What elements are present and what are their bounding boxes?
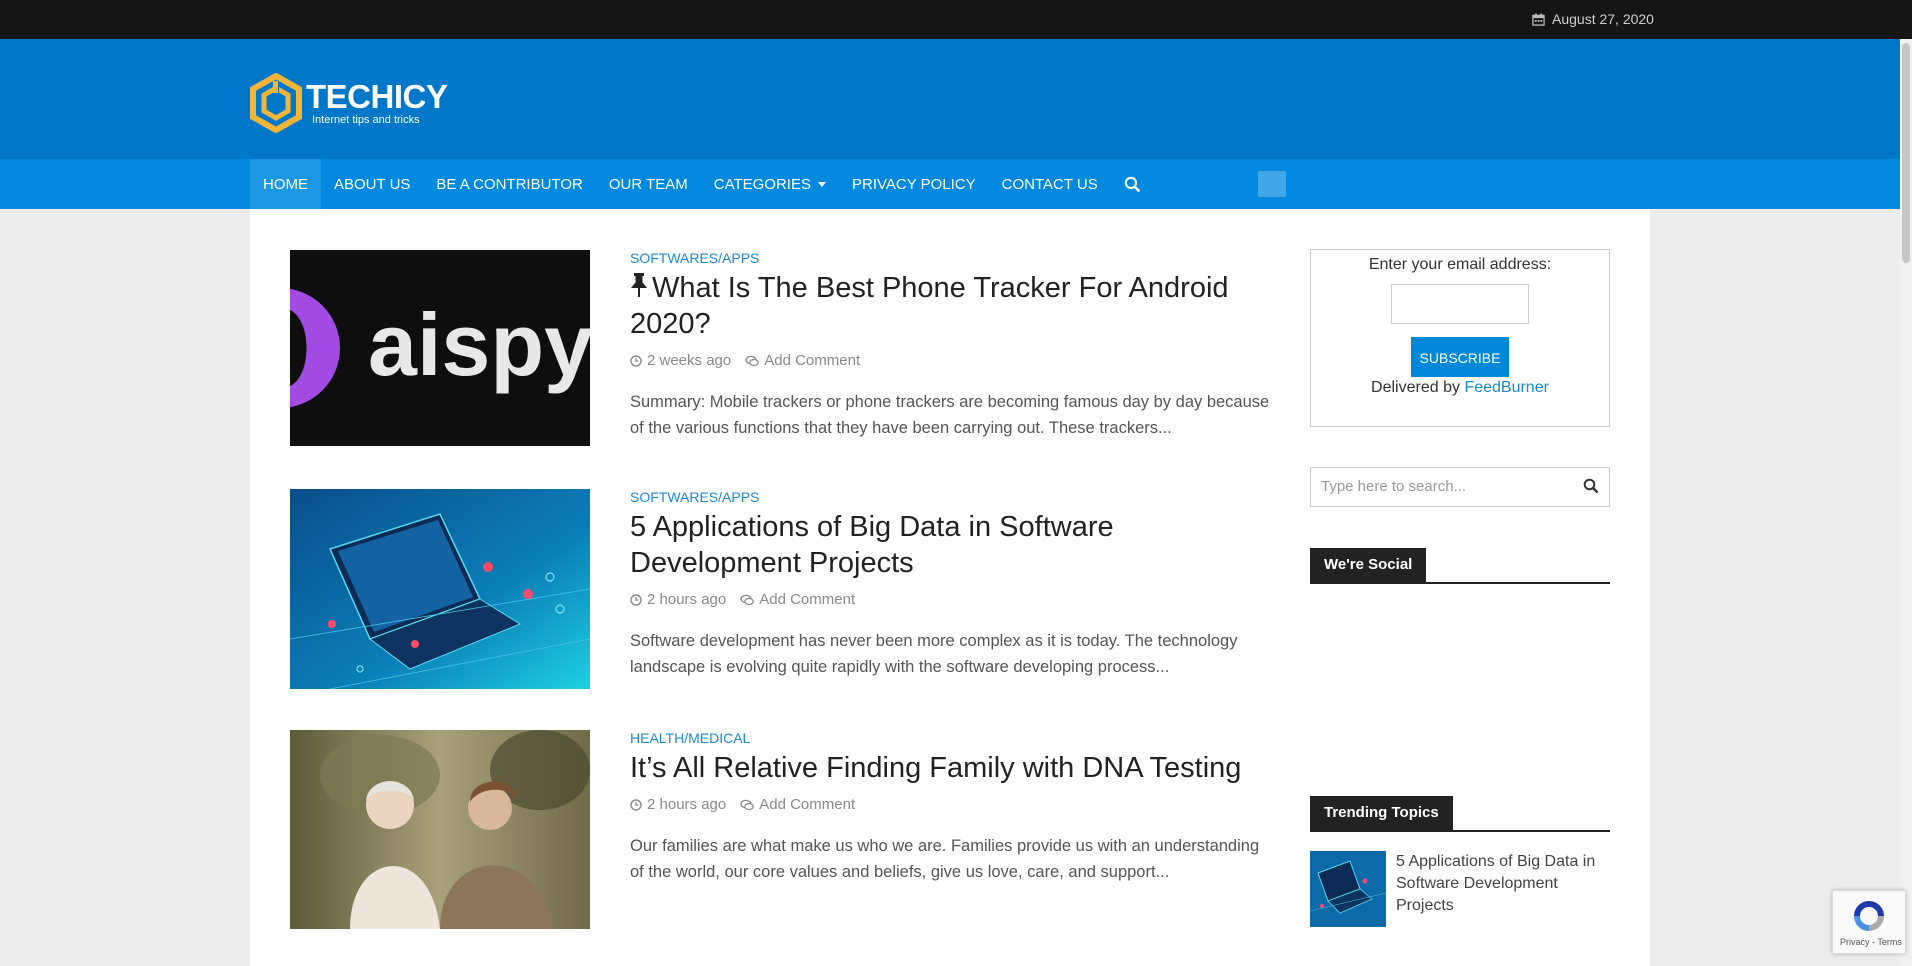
- pin-icon: [631, 273, 647, 297]
- subscribe-button[interactable]: SUBSCRIBE: [1410, 337, 1510, 377]
- calendar-icon: [1532, 12, 1545, 26]
- post-thumbnail[interactable]: aispy: [290, 250, 590, 446]
- page-scrollbar[interactable]: [1900, 39, 1912, 966]
- clock-icon: [630, 798, 642, 811]
- post-title[interactable]: It’s All Relative Finding Family with DN…: [630, 750, 1270, 786]
- post-category[interactable]: HEALTH/MEDICAL: [630, 730, 1270, 746]
- clock-icon: [630, 593, 642, 606]
- feedburner-link[interactable]: FeedBurner: [1464, 379, 1549, 396]
- comment-icon: [740, 594, 755, 605]
- nav-widget-placeholder[interactable]: [1258, 171, 1286, 197]
- family-photo-image: [290, 730, 590, 929]
- comment-icon: [740, 799, 755, 810]
- date-display: August 27, 2020: [1532, 11, 1654, 27]
- scrollbar-thumb[interactable]: [1902, 43, 1910, 263]
- trending-item[interactable]: 5 Applications of Big Data in Software D…: [1310, 851, 1610, 929]
- nav-categories[interactable]: CATEGORIES: [701, 159, 839, 209]
- recaptcha-icon: [1854, 901, 1884, 931]
- subscribe-label: Enter your email address:: [1368, 256, 1552, 273]
- nav-be-a-contributor[interactable]: BE A CONTRIBUTOR: [423, 159, 595, 209]
- nav-contact-us[interactable]: CONTACT US: [989, 159, 1111, 209]
- aispy-logo-image: aispy: [290, 250, 590, 446]
- logo-hexagon-icon: [250, 73, 302, 133]
- post-category[interactable]: SOFTWARES/APPS: [630, 250, 1270, 266]
- main-nav: HOME ABOUT US BE A CONTRIBUTOR OUR TEAM …: [0, 159, 1900, 209]
- nav-search-button[interactable]: [1111, 159, 1154, 209]
- laptop-data-image: [290, 489, 590, 689]
- nav-home[interactable]: HOME: [250, 159, 321, 209]
- site-header: TECHICY Internet tips and tricks: [0, 39, 1900, 159]
- trending-title[interactable]: 5 Applications of Big Data in Software D…: [1396, 851, 1606, 917]
- search-icon: [1124, 176, 1141, 192]
- comment-icon: [745, 355, 760, 366]
- brand-name: TECHICY: [306, 78, 448, 115]
- recaptcha-badge[interactable]: Privacy - Terms: [1832, 890, 1906, 954]
- post-time: 2 hours ago: [647, 591, 727, 608]
- search-input[interactable]: Type here to search...: [1321, 478, 1466, 495]
- clock-icon: [630, 354, 642, 367]
- top-bar: August 27, 2020: [0, 0, 1912, 39]
- post-thumbnail[interactable]: [290, 489, 590, 689]
- delivered-by: Delivered by FeedBurner: [1371, 379, 1549, 396]
- post-meta: 2 hours ago Add Comment: [630, 591, 1270, 608]
- post-title[interactable]: 5 Applications of Big Data in Software D…: [630, 509, 1270, 581]
- add-comment-link[interactable]: Add Comment: [759, 591, 855, 608]
- post-category[interactable]: SOFTWARES/APPS: [630, 489, 1270, 505]
- date-text: August 27, 2020: [1552, 11, 1654, 27]
- trending-widget-title: Trending Topics: [1310, 796, 1610, 832]
- post-meta: 2 weeks ago Add Comment: [630, 352, 1270, 369]
- laptop-data-image: [1310, 851, 1386, 927]
- search-icon[interactable]: [1583, 478, 1599, 494]
- caret-down-icon: [817, 181, 826, 187]
- post-title[interactable]: What Is The Best Phone Tracker For Andro…: [630, 270, 1270, 342]
- trending-thumbnail[interactable]: [1310, 851, 1386, 927]
- add-comment-link[interactable]: Add Comment: [759, 796, 855, 813]
- post-thumbnail[interactable]: [290, 730, 590, 929]
- post-excerpt: Our families are what make us who we are…: [630, 837, 1260, 881]
- social-widget-title: We're Social: [1310, 548, 1610, 584]
- nav-our-team[interactable]: OUR TEAM: [596, 159, 701, 209]
- brand-tagline: Internet tips and tricks: [312, 114, 420, 126]
- nav-privacy-policy[interactable]: PRIVACY POLICY: [839, 159, 989, 209]
- thumb-text: aispy: [368, 295, 590, 394]
- sidebar-search[interactable]: Type here to search...: [1310, 467, 1610, 507]
- post-item: SOFTWARES/APPS 5 Applications of Big Dat…: [290, 489, 1290, 689]
- post-meta: 2 hours ago Add Comment: [630, 796, 1270, 813]
- nav-about-us[interactable]: ABOUT US: [321, 159, 423, 209]
- add-comment-link[interactable]: Add Comment: [764, 352, 860, 369]
- post-excerpt: Summary: Mobile trackers or phone tracke…: [630, 393, 1270, 437]
- subscribe-widget: Enter your email address: SUBSCRIBE Deli…: [1310, 249, 1610, 427]
- post-time: 2 hours ago: [647, 796, 727, 813]
- recaptcha-links[interactable]: Privacy - Terms: [1840, 937, 1902, 947]
- email-field[interactable]: [1391, 284, 1529, 324]
- post-item: aispy SOFTWARES/APPS What Is The Best Ph…: [290, 250, 1290, 446]
- post-item: HEALTH/MEDICAL It’s All Relative Finding…: [290, 730, 1290, 929]
- post-excerpt: Software development has never been more…: [630, 632, 1238, 676]
- post-time: 2 weeks ago: [647, 352, 732, 369]
- site-logo[interactable]: TECHICY Internet tips and tricks: [249, 69, 449, 137]
- content-area: aispy SOFTWARES/APPS What Is The Best Ph…: [250, 209, 1650, 966]
